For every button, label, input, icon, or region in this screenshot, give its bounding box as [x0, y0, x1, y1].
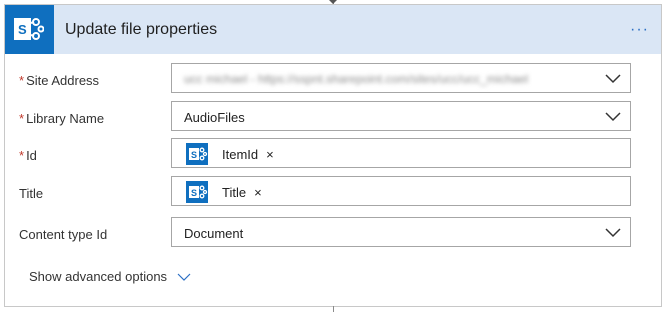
- svg-text:S: S: [191, 188, 197, 198]
- site-address-dropdown[interactable]: ucc michael - https://sspnt.sharepoint.c…: [171, 63, 631, 93]
- token-label: Title: [222, 184, 247, 200]
- show-advanced-options[interactable]: Show advanced options: [29, 269, 191, 284]
- chevron-down-icon: [177, 273, 191, 281]
- action-card: S Update file properties ··· * Site Addre…: [4, 4, 662, 307]
- content-type-dropdown[interactable]: Document: [171, 217, 631, 247]
- sharepoint-icon: S: [186, 181, 208, 203]
- library-name-dropdown[interactable]: AudioFiles: [171, 101, 631, 131]
- id-row: * Id S ItemId ×: [5, 138, 661, 172]
- sharepoint-icon: S: [186, 143, 208, 165]
- title-label: Title: [19, 186, 44, 201]
- sharepoint-icon: S: [5, 5, 54, 54]
- action-header[interactable]: S Update file properties ···: [5, 5, 661, 54]
- action-title: Update file properties: [65, 21, 218, 38]
- show-advanced-label: Show advanced options: [29, 269, 168, 284]
- flow-connector-bottom: [333, 306, 334, 312]
- chevron-down-icon[interactable]: [604, 224, 622, 240]
- svg-text:S: S: [191, 150, 197, 160]
- site-address-value: ucc michael - https://sspnt.sharepoint.c…: [184, 72, 529, 86]
- site-address-row: * Site Address ucc michael - https://sspn…: [5, 63, 661, 97]
- required-marker: *: [19, 73, 25, 88]
- library-name-label: * Library Name: [19, 111, 105, 126]
- chevron-down-icon[interactable]: [604, 70, 622, 86]
- title-input[interactable]: S Title ×: [171, 176, 631, 206]
- id-label: * Id: [19, 148, 37, 163]
- content-type-row: Content type Id Document: [5, 217, 661, 251]
- required-marker: *: [19, 111, 25, 126]
- close-icon[interactable]: ×: [266, 147, 274, 162]
- svg-text:S: S: [18, 22, 27, 37]
- site-address-label: * Site Address: [19, 73, 100, 88]
- required-marker: *: [19, 148, 25, 163]
- dynamic-content-token[interactable]: S Title ×: [186, 181, 262, 203]
- dynamic-content-token[interactable]: S ItemId ×: [186, 143, 274, 165]
- title-row: Title S Title ×: [5, 176, 661, 210]
- library-name-value: AudioFiles: [184, 110, 245, 125]
- id-input[interactable]: S ItemId ×: [171, 138, 631, 168]
- library-name-row: * Library Name AudioFiles: [5, 101, 661, 135]
- token-label: ItemId: [222, 146, 259, 162]
- more-icon[interactable]: ···: [630, 21, 649, 39]
- chevron-down-icon[interactable]: [604, 108, 622, 124]
- content-type-label: Content type Id: [19, 227, 108, 242]
- content-type-value: Document: [184, 226, 244, 241]
- close-icon[interactable]: ×: [254, 185, 262, 200]
